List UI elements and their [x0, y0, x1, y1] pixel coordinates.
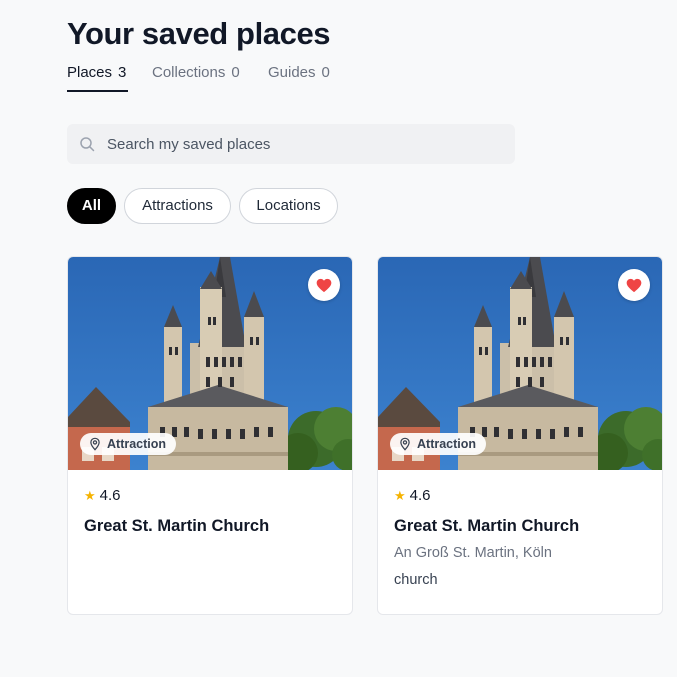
tab-label: Guides [268, 64, 316, 81]
star-icon: ★ [84, 487, 96, 503]
rating: ★ 4.6 [84, 487, 121, 504]
tab-count: 3 [118, 64, 127, 81]
heart-icon [316, 278, 332, 292]
place-name[interactable]: Great St. Martin Church [394, 517, 579, 536]
badge-label: Attraction [417, 437, 477, 451]
place-name[interactable]: Great St. Martin Church [84, 517, 269, 536]
place-address: An Groß St. Martin, Köln [394, 545, 552, 561]
place-card[interactable]: Attraction ★ 4.6 Great St. Martin Church [67, 256, 353, 615]
page-title: Your saved places [67, 16, 331, 51]
tab-count: 0 [321, 64, 330, 81]
tab-collections[interactable]: Collections 0 [152, 62, 240, 92]
location-pin-icon [400, 437, 410, 451]
tab-guides[interactable]: Guides 0 [268, 62, 330, 92]
heart-icon [626, 278, 642, 292]
rating: ★ 4.6 [394, 487, 431, 504]
place-card[interactable]: Attraction ★ 4.6 Great St. Martin Church… [377, 256, 663, 615]
filter-all[interactable]: All [67, 188, 116, 224]
location-pin-icon [90, 437, 100, 451]
tab-places[interactable]: Places 3 [67, 62, 128, 92]
search-input[interactable] [107, 124, 507, 164]
favorite-button[interactable] [618, 269, 650, 301]
rating-value: 4.6 [99, 487, 121, 504]
search-icon [80, 137, 95, 152]
filter-locations[interactable]: Locations [239, 188, 338, 224]
favorite-button[interactable] [308, 269, 340, 301]
category-badge: Attraction [390, 433, 487, 455]
tab-label: Collections [152, 64, 226, 81]
tab-label: Places [67, 64, 113, 81]
tabs: Places 3 Collections 0 Guides 0 [67, 62, 367, 92]
rating-value: 4.6 [409, 487, 431, 504]
search-box [67, 124, 515, 164]
tab-count: 0 [231, 64, 240, 81]
category-badge: Attraction [80, 433, 177, 455]
place-category: church [394, 572, 438, 588]
filter-attractions[interactable]: Attractions [124, 188, 231, 224]
badge-label: Attraction [107, 437, 167, 451]
star-icon: ★ [394, 487, 406, 503]
